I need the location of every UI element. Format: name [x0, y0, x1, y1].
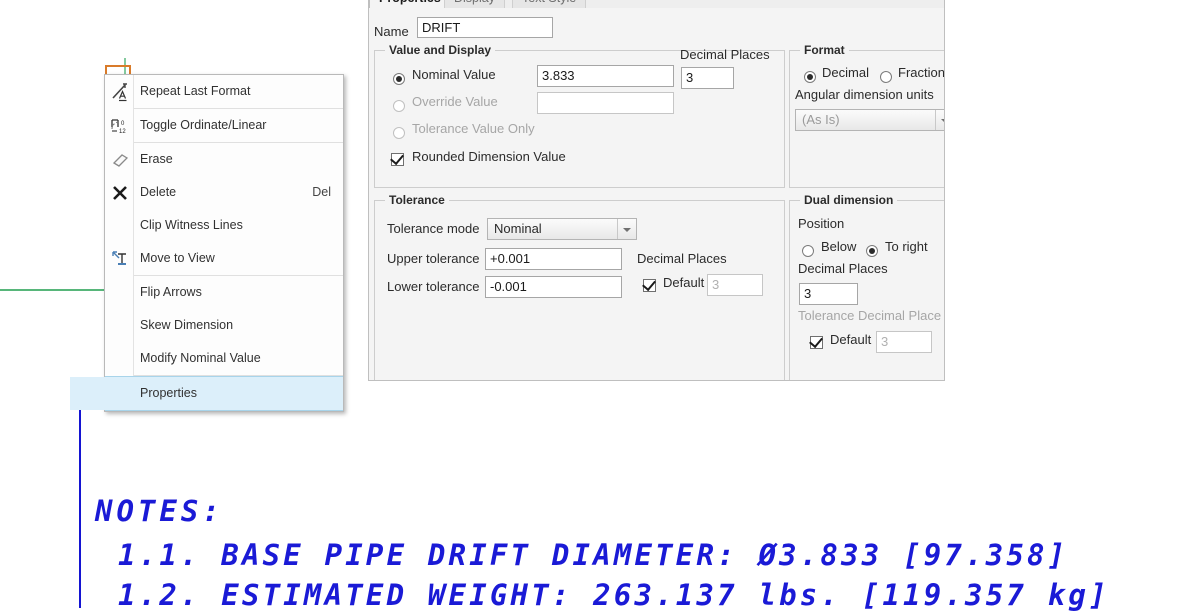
menu-item-label: Clip Witness Lines: [140, 218, 243, 232]
rounded-dimension-label: Rounded Dimension Value: [412, 149, 566, 164]
tolerance-default-label: Default: [663, 275, 705, 290]
menu-item-label: Modify Nominal Value: [140, 351, 261, 365]
menu-item-clip-witness-lines[interactable]: Clip Witness Lines: [105, 209, 343, 242]
menu-item-label: Repeat Last Format: [140, 84, 251, 98]
notes-border-line: [79, 397, 81, 608]
dimension-properties-dialog[interactable]: Properties Display Text Style Name DRIFT…: [368, 0, 945, 381]
dual-default-label: Default: [830, 332, 872, 347]
format-decimal-radio[interactable]: [804, 71, 816, 83]
dual-dimension-title: Dual dimension: [800, 193, 898, 207]
rounded-dimension-checkbox[interactable]: [391, 153, 404, 166]
dual-position-label: Position: [798, 216, 845, 231]
cad-centerline-horizontal: [0, 289, 108, 291]
toggle-ordinate-linear-icon: 0 12: [110, 116, 130, 136]
value-and-display-title: Value and Display: [385, 43, 496, 57]
cad-dimension-bracket-left: [105, 65, 107, 74]
dual-to-right-label: To right: [885, 239, 928, 254]
drawing-notes-block[interactable]: NOTES: 1.1. BASE PIPE DRIFT DIAMETER: Ø3…: [0, 380, 1197, 612]
nominal-value-label: Nominal Value: [412, 67, 496, 82]
menu-item-skew-dimension[interactable]: Skew Dimension: [105, 309, 343, 342]
delete-x-icon: [110, 183, 130, 203]
chevron-down-icon[interactable]: [935, 110, 944, 130]
notes-heading: NOTES:: [95, 494, 224, 528]
nominal-value-input[interactable]: 3.833: [537, 65, 674, 87]
menu-item-label: Move to View: [140, 251, 215, 265]
cad-dimension-bracket-right: [129, 65, 131, 74]
eraser-icon: [110, 150, 130, 170]
angular-units-value: (As Is): [802, 112, 840, 127]
dual-dimension-group: Dual dimension Position Below To right D…: [789, 193, 944, 380]
menu-item-flip-arrows[interactable]: Flip Arrows: [105, 276, 343, 309]
value-decimal-places-input[interactable]: 3: [681, 67, 734, 89]
override-value-label: Override Value: [412, 94, 498, 109]
dialog-body: Name DRIFT Value and Display Nominal Val…: [369, 8, 944, 380]
format-title: Format: [800, 43, 849, 57]
override-value-radio[interactable]: [393, 100, 405, 112]
menu-item-move-to-view[interactable]: Move to View: [105, 242, 343, 275]
value-decimal-places-label: Decimal Places: [680, 47, 770, 62]
tolerance-mode-combo[interactable]: Nominal: [487, 218, 637, 240]
menu-item-delete[interactable]: Delete Del: [105, 176, 343, 209]
note-line-1: 1.1. BASE PIPE DRIFT DIAMETER: Ø3.833 [9…: [118, 538, 1069, 572]
tolerance-default-places-input[interactable]: 3: [707, 274, 763, 296]
menu-item-accelerator: Del: [312, 185, 331, 199]
move-to-view-icon: [110, 249, 130, 269]
override-value-input[interactable]: [537, 92, 674, 114]
menu-item-repeat-last-format[interactable]: Repeat Last Format: [105, 75, 343, 108]
menu-item-label: Delete: [140, 185, 177, 199]
chevron-down-icon[interactable]: [617, 219, 636, 239]
format-group: Format Decimal Fractional Angular dimens…: [789, 43, 945, 188]
dual-default-places-input[interactable]: 3: [876, 331, 932, 353]
upper-tolerance-input[interactable]: +0.001: [485, 248, 622, 270]
tolerance-mode-label: Tolerance mode: [387, 221, 480, 236]
menu-item-erase[interactable]: Erase: [105, 143, 343, 176]
dual-below-radio[interactable]: [802, 245, 814, 257]
angular-units-combo[interactable]: (As Is): [795, 109, 944, 131]
svg-text:12: 12: [119, 129, 126, 135]
format-decimal-label: Decimal: [822, 65, 869, 80]
angular-units-label: Angular dimension units: [795, 87, 934, 102]
upper-tolerance-label: Upper tolerance: [387, 251, 480, 266]
menu-item-highlight-fill: [70, 377, 105, 410]
tolerance-value-only-label: Tolerance Value Only: [412, 121, 535, 136]
name-input[interactable]: DRIFT: [417, 17, 553, 38]
dual-default-checkbox[interactable]: [810, 336, 823, 349]
menu-item-toggle-ordinate-linear[interactable]: 0 12 Toggle Ordinate/Linear: [105, 109, 343, 142]
tolerance-decimal-places-label: Decimal Places: [637, 251, 727, 266]
menu-item-label: Skew Dimension: [140, 318, 234, 332]
tolerance-value-only-radio[interactable]: [393, 127, 405, 139]
tolerance-mode-value: Nominal: [494, 221, 542, 236]
dual-tolerance-decimal-label: Tolerance Decimal Place: [798, 308, 942, 323]
repeat-format-icon: [110, 82, 130, 102]
tolerance-title: Tolerance: [385, 193, 449, 207]
tolerance-default-checkbox[interactable]: [643, 279, 656, 292]
menu-item-properties[interactable]: Properties: [70, 376, 343, 411]
dual-decimal-places-label: Decimal Places: [798, 261, 888, 276]
tolerance-group: Tolerance Tolerance mode Nominal Upper t…: [374, 193, 785, 380]
format-fractional-label: Fractional: [898, 65, 945, 80]
lower-tolerance-input[interactable]: -0.001: [485, 276, 622, 298]
dual-to-right-radio[interactable]: [866, 245, 878, 257]
svg-text:0: 0: [121, 121, 125, 127]
menu-item-label: Properties: [140, 386, 197, 400]
format-fractional-radio[interactable]: [880, 71, 892, 83]
name-label: Name: [374, 24, 409, 39]
cad-dimension-bracket-top: [105, 65, 131, 67]
dimension-context-menu[interactable]: Repeat Last Format 0 12 Toggle Ordinate/…: [70, 74, 344, 412]
value-and-display-group: Value and Display Nominal Value 3.833 Ov…: [374, 43, 785, 188]
lower-tolerance-label: Lower tolerance: [387, 279, 480, 294]
dual-below-label: Below: [821, 239, 857, 254]
nominal-value-radio[interactable]: [393, 73, 405, 85]
menu-item-label: Flip Arrows: [140, 285, 202, 299]
menu-item-modify-nominal-value[interactable]: Modify Nominal Value: [105, 342, 343, 375]
menu-item-label: Toggle Ordinate/Linear: [140, 118, 267, 132]
dual-decimal-places-input[interactable]: 3: [799, 283, 858, 305]
note-line-2: 1.2. ESTIMATED WEIGHT: 263.137 lbs. [119…: [118, 578, 1110, 612]
menu-item-label: Erase: [140, 152, 173, 166]
